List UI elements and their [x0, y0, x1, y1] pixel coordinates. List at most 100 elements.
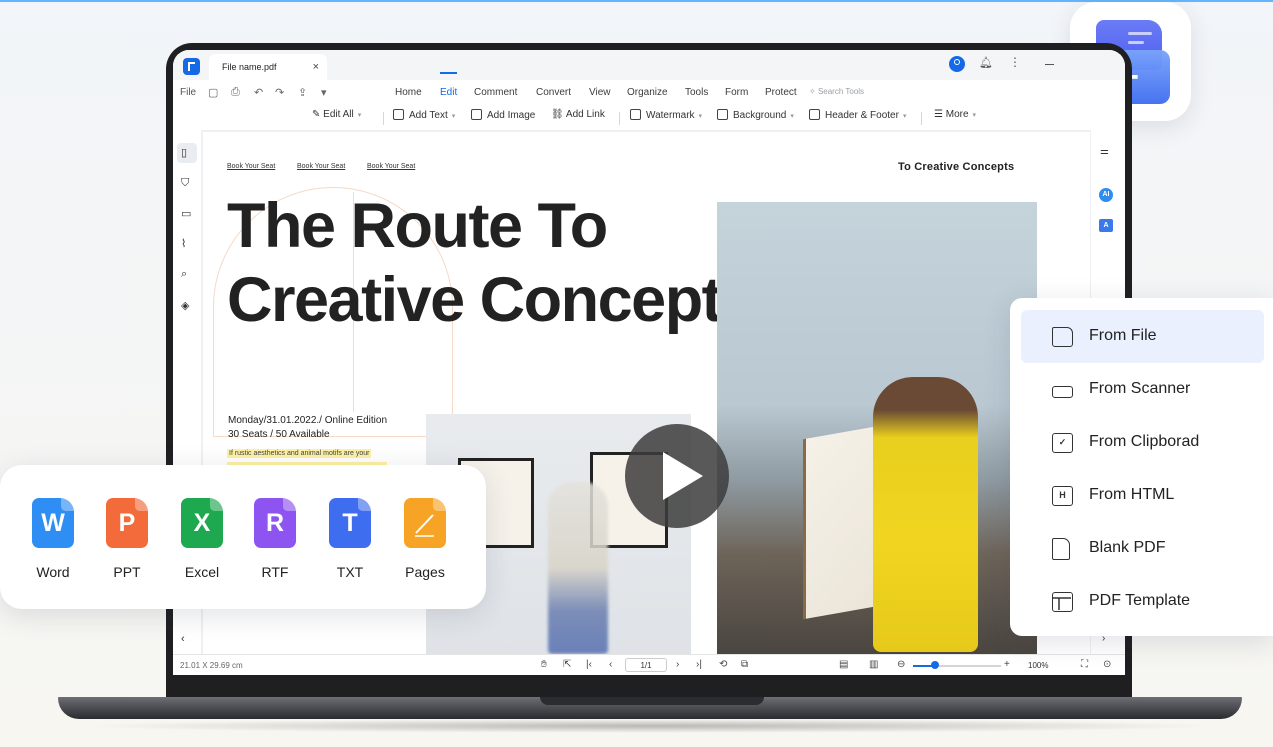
rotate-icon[interactable]: ⟲: [719, 659, 727, 670]
more-options-icon[interactable]: ⋮: [1009, 55, 1021, 69]
add-link-button[interactable]: ⛓ Add Link: [551, 109, 605, 120]
print-icon[interactable]: ⎙: [231, 86, 240, 99]
menu-comment[interactable]: Comment: [474, 87, 517, 98]
share-icon[interactable]: ⇪: [298, 86, 307, 99]
toolbar-divider: [383, 112, 384, 125]
folder-icon: [1052, 327, 1073, 347]
background-button[interactable]: Background ▾: [717, 109, 794, 121]
txt-file-icon: T: [329, 498, 371, 548]
page-thumbnails-icon[interactable]: ▯: [181, 146, 187, 159]
play-video-button[interactable]: [625, 424, 729, 528]
menu-item-blank-pdf[interactable]: Blank PDF: [1010, 522, 1273, 575]
format-rtf[interactable]: R RTF: [245, 498, 305, 580]
menu-item-label: From HTML: [1089, 486, 1175, 503]
walking-person: [548, 482, 608, 654]
zoom-slider-handle[interactable]: [931, 661, 939, 669]
search-tools-input[interactable]: ✧ Search Tools: [809, 87, 864, 96]
undo-icon[interactable]: ↶: [254, 86, 263, 99]
watermark-button[interactable]: Watermark ▾: [630, 109, 702, 121]
format-excel[interactable]: X Excel: [172, 498, 232, 580]
ppt-file-icon: P: [106, 498, 148, 548]
previous-page-icon[interactable]: ‹: [609, 659, 612, 670]
menu-bar: File ▢ ⎙ ↶ ↷ ⇪ ▾ Home Edit Comment Conve…: [173, 80, 1125, 102]
last-page-icon[interactable]: ›|: [696, 659, 702, 670]
collapse-left-icon[interactable]: ‹: [181, 633, 185, 645]
menu-file[interactable]: File: [180, 87, 196, 98]
folder-line: [1128, 41, 1144, 44]
menu-home[interactable]: Home: [395, 87, 422, 98]
translate-icon[interactable]: A: [1099, 219, 1113, 232]
format-pages[interactable]: Pages: [395, 498, 455, 580]
zoom-out-icon[interactable]: ⊖: [897, 659, 905, 670]
scanner-icon: [1052, 386, 1073, 398]
menu-item-from-scanner[interactable]: From Scanner: [1010, 363, 1273, 416]
settings-circle-icon[interactable]: ⊙: [1103, 659, 1111, 670]
format-ppt[interactable]: P PPT: [97, 498, 157, 580]
menu-edit[interactable]: Edit: [440, 87, 457, 98]
chevron-down-icon: ▾: [902, 113, 907, 120]
menu-protect[interactable]: Protect: [765, 87, 797, 98]
redo-icon[interactable]: ↷: [275, 86, 284, 99]
event-date: Monday/31.01.2022./ Online Edition: [228, 415, 387, 426]
header-footer-button[interactable]: Header & Footer ▾: [809, 109, 906, 121]
search-icon[interactable]: ⌕: [181, 268, 187, 281]
scroll-mode-icon[interactable]: ▥: [869, 659, 878, 670]
edit-all-button[interactable]: ✎ Edit All ▾: [312, 109, 361, 120]
pages-file-icon: [404, 498, 446, 548]
document-tab[interactable]: File name.pdf ×: [209, 54, 327, 80]
book-seat-link[interactable]: Book Your Seat: [227, 163, 275, 170]
attachment-icon[interactable]: ⌇: [181, 237, 186, 250]
bookmark-icon[interactable]: ⛉: [181, 177, 189, 190]
menu-item-from-file[interactable]: From File: [1010, 310, 1273, 363]
header-footer-label: Header & Footer: [825, 110, 899, 121]
book-seat-link[interactable]: Book Your Seat: [367, 163, 415, 170]
page-header-text: To Creative Concepts: [898, 161, 1015, 173]
chevron-down-icon: ▾: [972, 112, 977, 119]
fit-page-icon[interactable]: ⧉: [741, 659, 748, 670]
chevron-down-icon: ▾: [790, 113, 794, 120]
menu-view[interactable]: View: [589, 87, 611, 98]
book-seat-link[interactable]: Book Your Seat: [297, 163, 345, 170]
customize-dropdown-icon[interactable]: ▾: [321, 86, 327, 99]
active-menu-underline: [440, 72, 457, 74]
first-page-icon[interactable]: |‹: [586, 659, 592, 670]
zoom-level[interactable]: 100%: [1028, 661, 1048, 670]
menu-convert[interactable]: Convert: [536, 87, 571, 98]
menu-item-from-clipboard[interactable]: ✓ From Clipborad: [1010, 416, 1273, 469]
comment-icon[interactable]: ▭: [181, 207, 191, 220]
minimize-window-icon[interactable]: [1045, 64, 1054, 65]
select-tool-icon[interactable]: ⇱: [563, 659, 571, 670]
add-text-label: Add Text: [409, 110, 448, 121]
more-button[interactable]: ☰ More ▾: [934, 109, 976, 120]
close-tab-icon[interactable]: ×: [313, 54, 319, 80]
page-number-input[interactable]: 1/1: [625, 658, 667, 672]
menu-tools[interactable]: Tools: [685, 87, 708, 98]
template-lines-icon: [1053, 597, 1071, 610]
menu-organize[interactable]: Organize: [627, 87, 668, 98]
toolbar-divider: [619, 112, 620, 125]
format-txt[interactable]: T TXT: [320, 498, 380, 580]
menu-form[interactable]: Form: [725, 87, 748, 98]
layers-icon[interactable]: ◈: [181, 299, 189, 312]
zoom-in-icon[interactable]: +: [1004, 659, 1010, 670]
hand-tool-icon[interactable]: ✋︎: [541, 659, 547, 670]
menu-item-from-html[interactable]: H From HTML: [1010, 469, 1273, 522]
highlighted-text: If rustic aesthetics and animal motifs a…: [227, 449, 372, 458]
next-page-icon[interactable]: ›: [676, 659, 679, 670]
title-bar: File name.pdf × 🔔︎ ⋮: [173, 50, 1125, 80]
notification-bell-icon[interactable]: 🔔︎: [979, 56, 993, 69]
add-text-button[interactable]: Add Text ▾: [393, 109, 455, 121]
menu-item-label: From Scanner: [1089, 380, 1191, 397]
ai-assistant-icon[interactable]: AI: [1099, 188, 1113, 202]
format-word[interactable]: W Word: [23, 498, 83, 580]
account-icon[interactable]: [949, 56, 965, 72]
fullscreen-icon[interactable]: ⛶: [1081, 659, 1088, 670]
add-image-button[interactable]: Add Image: [471, 109, 535, 121]
save-icon[interactable]: ▢: [208, 86, 218, 99]
lightbulb-icon: ✧: [809, 87, 818, 96]
watermark-icon: [630, 109, 641, 120]
properties-icon[interactable]: ⚌: [1100, 146, 1109, 157]
page-layout-icon[interactable]: ▤: [839, 659, 848, 670]
menu-item-pdf-template[interactable]: PDF Template: [1010, 575, 1273, 628]
menu-item-label: From File: [1089, 327, 1157, 344]
